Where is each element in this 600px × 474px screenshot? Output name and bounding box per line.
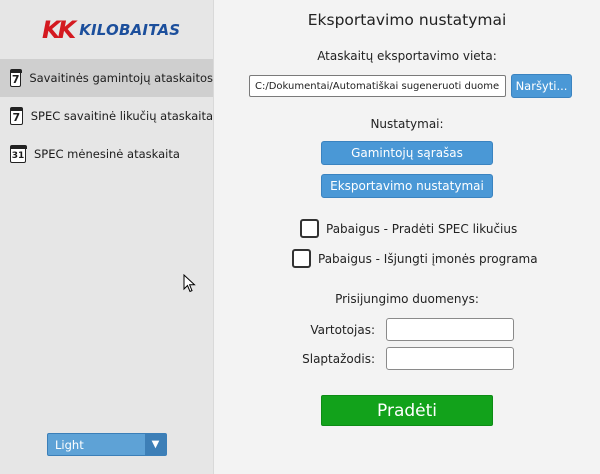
username-field[interactable] (386, 318, 514, 341)
theme-select-value: Light (55, 437, 84, 452)
settings-label: Nustatymai: (370, 117, 444, 131)
shutdown-checkbox-row[interactable]: Pabaigus - Išjungti įmonės programa (292, 249, 538, 268)
sidebar: KK KILOBAITAS 7 Savaitinės gamintojų ata… (0, 0, 214, 474)
calendar-31-icon: 31 (9, 145, 27, 163)
shutdown-checkbox[interactable] (292, 249, 311, 268)
start-spec-checkbox-row[interactable]: Pabaigus - Pradėti SPEC likučius (300, 219, 517, 238)
login-label: Prisijungimo duomenys: (335, 292, 479, 306)
password-label: Slaptažodis: (302, 352, 375, 366)
export-path-input[interactable] (249, 75, 506, 97)
export-settings-button[interactable]: Eksportavimo nustatymai (321, 174, 493, 198)
chevron-down-icon[interactable]: ▼ (145, 434, 166, 455)
logo-mark: KK (42, 16, 76, 44)
sidebar-item-label: SPEC mėnesinė ataskaita (34, 147, 180, 161)
mouse-cursor-icon (183, 274, 196, 293)
theme-select[interactable]: Light ▼ (47, 433, 167, 456)
page-title: Eksportavimo nustatymai (307, 11, 507, 29)
sidebar-item-label: Savaitinės gamintojų ataskaitos (29, 71, 213, 85)
start-button[interactable]: Pradėti (321, 395, 493, 426)
export-location-label: Ataskaitų eksportavimo vieta: (317, 49, 497, 63)
browse-button[interactable]: Naršyti... (511, 74, 572, 98)
start-spec-checkbox[interactable] (300, 219, 319, 238)
sidebar-item-weekly-manufacturer-reports[interactable]: 7 Savaitinės gamintojų ataskaitos (0, 59, 213, 97)
password-field[interactable] (386, 347, 514, 370)
sidebar-item-spec-weekly-stock-report[interactable]: 7 SPEC savaitinė likučių ataskaita (0, 97, 213, 135)
start-spec-checkbox-label: Pabaigus - Pradėti SPEC likučius (326, 221, 518, 236)
calendar-7-icon: 7 (9, 69, 23, 87)
username-label: Vartotojas: (310, 323, 375, 337)
manufacturers-list-button[interactable]: Gamintojų sąrašas (321, 141, 493, 165)
logo-name: KILOBAITAS (79, 20, 181, 39)
shutdown-checkbox-label: Pabaigus - Išjungti įmonės programa (318, 251, 538, 266)
calendar-7-icon: 7 (9, 107, 23, 125)
kilobaitas-logo: KK KILOBAITAS (42, 16, 180, 44)
sidebar-item-spec-monthly-report[interactable]: 31 SPEC mėnesinė ataskaita (0, 135, 213, 173)
sidebar-item-label: SPEC savaitinė likučių ataskaita (30, 109, 213, 123)
